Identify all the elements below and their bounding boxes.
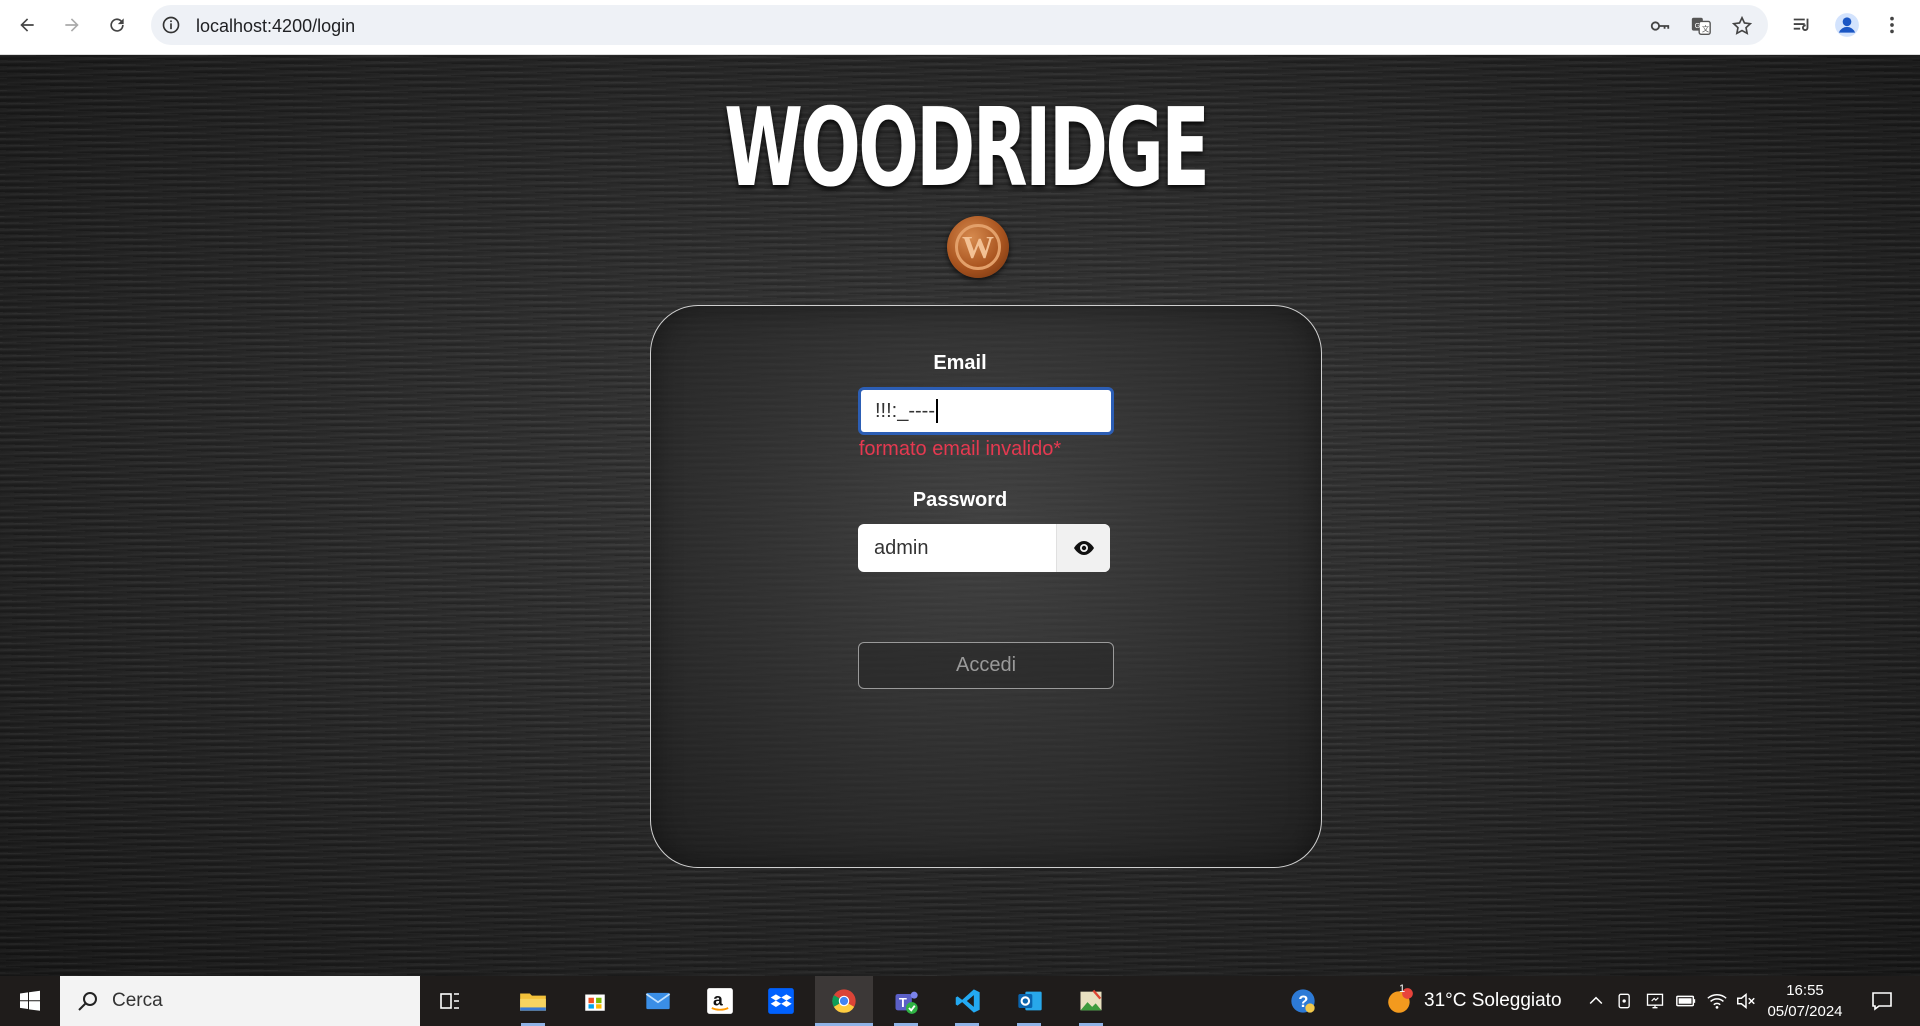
weather-text[interactable]: 31°C Soleggiato [1424, 990, 1562, 1012]
profile-icon[interactable] [1834, 12, 1860, 38]
logo-letter: W [955, 224, 1001, 270]
address-bar[interactable]: localhost:4200/login G文 [151, 5, 1768, 45]
clock[interactable]: 16:55 05/07/2024 [1760, 980, 1850, 1022]
browser-toolbar: localhost:4200/login G文 [0, 0, 1920, 55]
forward-icon[interactable] [58, 11, 86, 39]
task-view-icon[interactable] [432, 984, 468, 1018]
password-label: Password [912, 489, 1008, 511]
wood-logo-icon: W [947, 216, 1009, 278]
email-error-message: formato email invalido* [858, 438, 1062, 460]
teams-icon[interactable]: T [888, 984, 924, 1018]
login-page: WOODRIDGE W Email !!!:_---- formato emai… [0, 55, 1920, 976]
svg-text:文: 文 [1702, 25, 1710, 34]
back-icon[interactable] [13, 11, 41, 39]
windows-start-icon[interactable] [0, 976, 60, 1026]
amazon-icon[interactable]: a [702, 984, 738, 1018]
file-explorer-icon[interactable] [515, 984, 551, 1018]
microsoft-store-icon[interactable] [577, 984, 613, 1018]
mail-icon[interactable] [640, 984, 676, 1018]
outlook-icon[interactable] [1012, 984, 1048, 1018]
wifi-icon[interactable] [1702, 984, 1732, 1018]
email-label: Email [933, 352, 987, 374]
chevron-up-icon[interactable] [1579, 984, 1613, 1018]
volume-muted-icon[interactable] [1731, 984, 1761, 1018]
password-field[interactable]: admin [858, 524, 1110, 572]
text-caret [936, 399, 938, 423]
menu-icon[interactable] [1879, 12, 1905, 38]
show-password-eye-icon[interactable] [1056, 524, 1110, 572]
dropbox-icon[interactable] [763, 984, 799, 1018]
taskbar-search[interactable]: Cerca [60, 976, 420, 1026]
windows-taskbar: Cerca a T ? 1 31°C Soleggiato 16:55 05/0… [0, 976, 1920, 1026]
brand-title: WOODRIDGE [724, 86, 1210, 211]
login-button[interactable]: Accedi [858, 642, 1114, 689]
meet-icon[interactable] [1610, 984, 1640, 1018]
reading-list-icon[interactable] [1789, 12, 1815, 38]
reload-icon[interactable] [103, 11, 131, 39]
password-value[interactable]: admin [858, 524, 1058, 572]
weather-badge: 1 [1399, 983, 1406, 995]
help-icon[interactable]: ? [1285, 984, 1321, 1018]
search-icon [78, 992, 97, 1011]
search-placeholder: Cerca [112, 990, 163, 1011]
notifications-icon[interactable] [1864, 984, 1900, 1018]
email-value: !!!:_---- [875, 399, 935, 422]
vscode-icon[interactable] [950, 984, 986, 1018]
svg-text:G: G [1695, 21, 1701, 30]
key-icon[interactable] [1649, 15, 1671, 37]
translate-icon[interactable]: G文 [1690, 15, 1712, 37]
clock-date: 05/07/2024 [1767, 1003, 1843, 1020]
chrome-taskbar-icon[interactable] [815, 976, 873, 1026]
email-input[interactable]: !!!:_---- [858, 387, 1114, 435]
svg-text:T: T [899, 995, 907, 1010]
clock-time: 16:55 [1786, 982, 1824, 999]
site-info-icon[interactable] [161, 15, 181, 35]
display-icon[interactable] [1640, 984, 1670, 1018]
image-editor-icon[interactable] [1073, 984, 1109, 1018]
battery-icon[interactable] [1671, 984, 1701, 1018]
star-icon[interactable] [1731, 15, 1753, 37]
svg-text:a: a [713, 990, 723, 1010]
url-text: localhost:4200/login [196, 16, 356, 36]
